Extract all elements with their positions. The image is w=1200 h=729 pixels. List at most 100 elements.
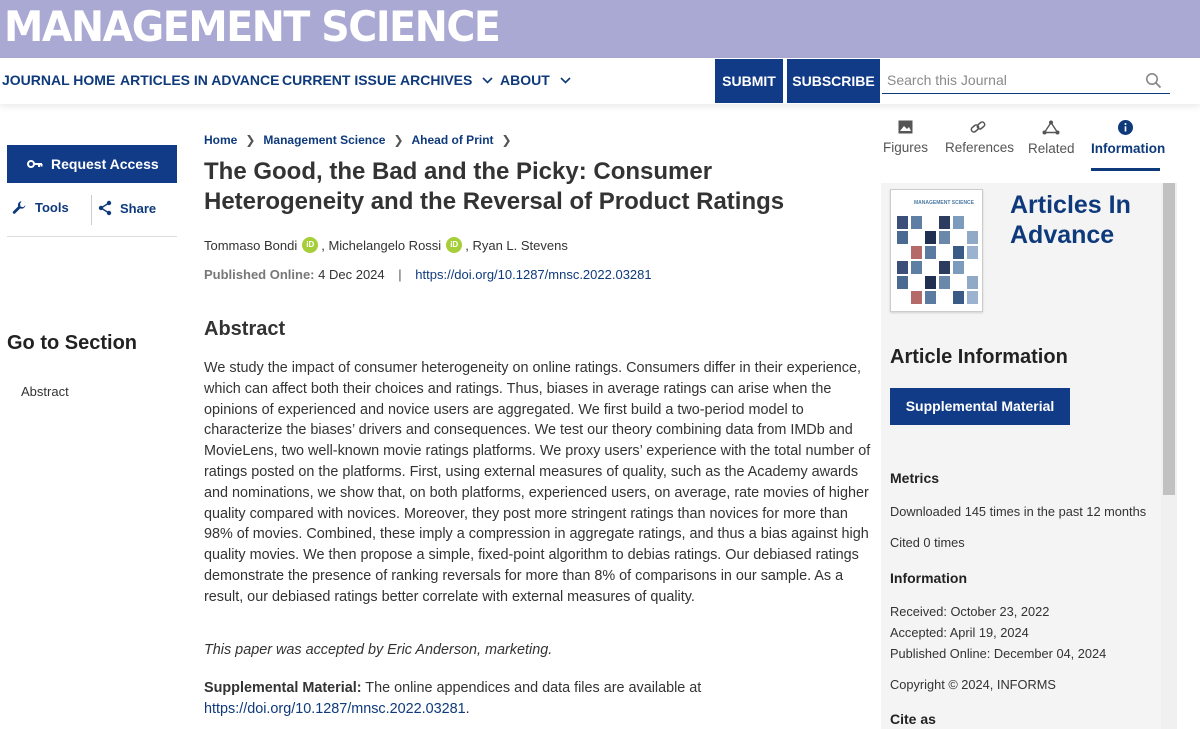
author-link[interactable]: Michelangelo Rossi xyxy=(328,238,441,253)
chevron-down-icon xyxy=(482,77,493,84)
articles-in-advance-heading[interactable]: Articles In Advance xyxy=(1010,190,1200,250)
cover-tile xyxy=(967,231,978,244)
journal-banner: MANAGEMENT SCIENCE xyxy=(0,0,1200,58)
tools-label: Tools xyxy=(35,200,69,215)
nav-archives[interactable]: ARCHIVES xyxy=(400,72,493,88)
breadcrumb-ahead-of-print[interactable]: Ahead of Print xyxy=(412,133,494,147)
wrench-icon xyxy=(12,201,26,214)
cover-tile xyxy=(925,291,936,304)
panel-scrollbar[interactable] xyxy=(1161,183,1177,729)
cited-text: Cited 0 times xyxy=(890,535,965,550)
active-tab-indicator xyxy=(1091,168,1160,171)
info-icon xyxy=(1118,120,1133,135)
cover-tile xyxy=(911,216,922,229)
tools-underline xyxy=(7,236,177,237)
tools-divider xyxy=(91,195,92,225)
cover-tile xyxy=(939,216,950,229)
network-icon xyxy=(1042,120,1060,135)
doi-link[interactable]: https://doi.org/10.1287/mnsc.2022.03281 xyxy=(415,267,651,282)
journal-logo[interactable]: MANAGEMENT SCIENCE xyxy=(4,2,501,51)
cover-tile xyxy=(939,276,950,289)
search-input[interactable] xyxy=(882,68,1142,92)
tab-information[interactable]: Information xyxy=(1091,120,1165,156)
nav-current-issue[interactable]: CURRENT ISSUE xyxy=(282,72,396,88)
article-title: The Good, the Bad and the Picky: Consume… xyxy=(204,158,785,215)
downloads-text: Downloaded 145 times in the past 12 mont… xyxy=(890,504,1147,519)
cover-tile xyxy=(897,261,908,274)
share-link[interactable]: Share xyxy=(98,200,156,216)
orcid-icon[interactable]: iD xyxy=(446,237,463,253)
accepted-date: Accepted: April 19, 2024 xyxy=(890,625,1029,640)
share-icon xyxy=(98,200,112,216)
cover-tile xyxy=(925,276,936,289)
pub-divider: | xyxy=(398,267,402,282)
tab-references-label: References xyxy=(945,140,1015,155)
chevron-right-icon: ❯ xyxy=(501,133,512,147)
request-access-label: Request Access xyxy=(51,156,159,172)
information-heading: Information xyxy=(890,570,967,586)
published-date: 4 Dec 2024 xyxy=(318,267,385,282)
orcid-icon[interactable]: iD xyxy=(302,237,319,253)
nav-about-label: ABOUT xyxy=(500,72,550,88)
nav-articles-in-advance[interactable]: ARTICLES IN ADVANCE xyxy=(120,72,279,88)
request-access-button[interactable]: Request Access xyxy=(7,145,177,183)
cover-tile xyxy=(897,276,908,289)
author-list: Tommaso Bondi iD, Michelangelo Rossi iD,… xyxy=(204,237,568,253)
supplemental-note: Supplemental Material: The online append… xyxy=(204,678,872,720)
published-label: Published Online: xyxy=(204,267,315,282)
copyright-text: Copyright © 2024, INFORMS xyxy=(890,677,1056,692)
supplemental-material-button[interactable]: Supplemental Material xyxy=(890,388,1070,425)
supplemental-end: . xyxy=(465,700,470,717)
nav-journal-home[interactable]: JOURNAL HOME xyxy=(2,72,115,88)
image-icon xyxy=(898,120,912,134)
cover-tile xyxy=(967,246,978,259)
submit-button[interactable]: SUBMIT xyxy=(715,59,783,103)
tab-figures[interactable]: Figures xyxy=(883,120,929,155)
search-icon[interactable] xyxy=(1145,72,1162,89)
cover-tile xyxy=(953,291,964,304)
tools-link[interactable]: Tools xyxy=(12,200,69,215)
tab-related[interactable]: Related xyxy=(1028,120,1075,156)
journal-cover-image[interactable]: MANAGEMENT SCIENCE xyxy=(890,189,983,312)
supplemental-link[interactable]: https://doi.org/10.1287/mnsc.2022.03281 xyxy=(204,701,466,717)
cover-tile xyxy=(967,276,978,289)
goto-section-heading: Go to Section xyxy=(7,332,137,354)
author-link[interactable]: Tommaso Bondi xyxy=(204,238,297,253)
tab-information-label: Information xyxy=(1091,141,1166,156)
breadcrumb-home[interactable]: Home xyxy=(204,133,237,147)
cover-tile xyxy=(939,231,950,244)
cover-tile xyxy=(911,246,922,259)
metrics-heading: Metrics xyxy=(890,470,940,486)
cover-tile xyxy=(911,261,922,274)
cover-tile xyxy=(953,246,964,259)
breadcrumb-management-science[interactable]: Management Science xyxy=(263,133,385,147)
article-information-heading: Article Information xyxy=(890,346,1068,368)
author-separator: , xyxy=(321,237,325,253)
link-icon xyxy=(970,121,986,133)
abstract-heading: Abstract xyxy=(204,318,286,340)
cover-tile xyxy=(897,216,908,229)
tab-related-label: Related xyxy=(1028,141,1075,156)
cover-tile xyxy=(911,291,922,304)
cover-tile xyxy=(953,216,964,229)
supplemental-text: The online appendices and data files are… xyxy=(365,680,702,696)
subscribe-button[interactable]: SUBSCRIBE xyxy=(787,59,880,103)
cover-tile xyxy=(925,246,936,259)
chevron-down-icon xyxy=(560,77,571,84)
nav-archives-label: ARCHIVES xyxy=(400,72,473,88)
goto-abstract-link[interactable]: Abstract xyxy=(21,384,69,399)
cover-tile xyxy=(925,231,936,244)
abstract-text: We study the impact of consumer heteroge… xyxy=(204,360,871,605)
journal-search xyxy=(882,68,1170,94)
accepted-note: This paper was accepted by Eric Anderson… xyxy=(204,642,553,658)
breadcrumb: Home ❯ Management Science ❯ Ahead of Pri… xyxy=(204,133,520,147)
tab-references[interactable]: References xyxy=(945,120,1015,155)
tab-figures-label: Figures xyxy=(883,140,929,155)
supplemental-label: Supplemental Material: xyxy=(204,680,362,696)
cover-tile xyxy=(953,261,964,274)
nav-about[interactable]: ABOUT xyxy=(500,72,571,88)
author-link[interactable]: Ryan L. Stevens xyxy=(472,238,567,253)
chevron-right-icon: ❯ xyxy=(393,133,404,147)
cover-title: MANAGEMENT SCIENCE xyxy=(914,200,975,206)
publication-line: Published Online: 4 Dec 2024 | https://d… xyxy=(204,267,652,282)
